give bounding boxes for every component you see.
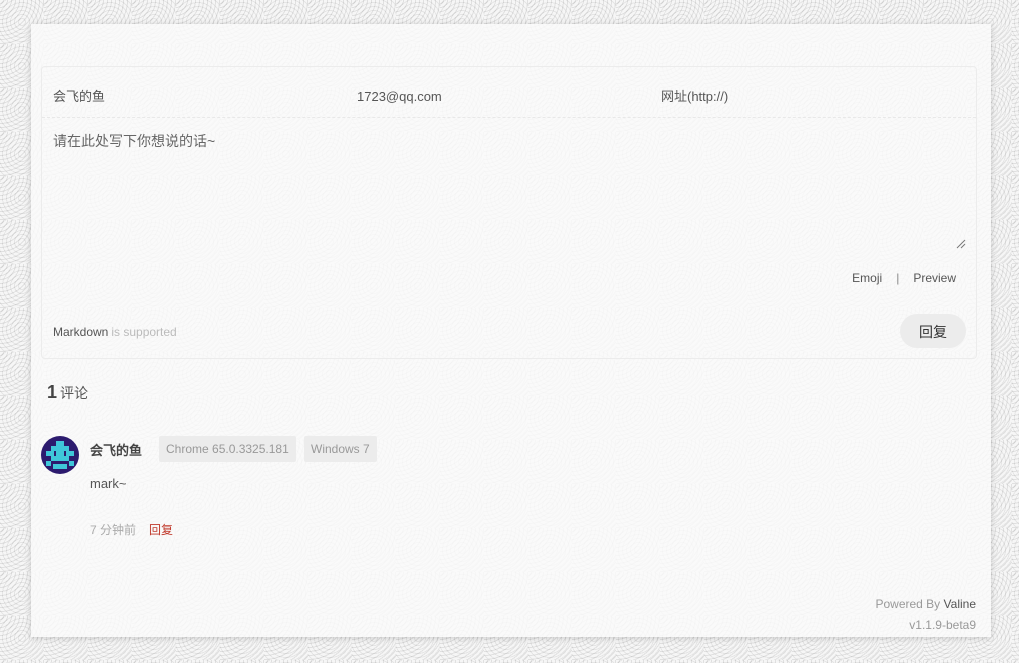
markdown-link[interactable]: Markdown	[53, 325, 108, 339]
resize-handle-icon[interactable]	[956, 239, 966, 249]
os-badge: Windows 7	[304, 436, 377, 462]
markdown-suffix: is supported	[111, 325, 177, 339]
comment-panel: Emoji | Preview Markdownis supported 回复 …	[31, 24, 991, 637]
powered-by: Powered By Valine	[875, 597, 976, 611]
email-input[interactable]	[357, 89, 617, 104]
identicon-avatar-icon	[41, 436, 79, 474]
powered-prefix: Powered By	[875, 597, 941, 611]
comment-textarea[interactable]	[53, 131, 963, 251]
avatar	[41, 436, 79, 474]
comment-count-label: 评论	[60, 385, 89, 401]
comment-time: 7 分钟前	[90, 523, 137, 537]
control-separator: |	[896, 271, 900, 285]
valine-link[interactable]: Valine	[944, 597, 976, 611]
version-label: v1.1.9-beta9	[909, 618, 976, 632]
comment-content: mark~	[90, 476, 127, 491]
emoji-toggle[interactable]: Emoji	[852, 271, 882, 285]
preview-toggle[interactable]: Preview	[913, 271, 956, 285]
comment-editor: Emoji | Preview Markdownis supported 回复	[41, 66, 977, 359]
nickname-input[interactable]	[53, 89, 313, 104]
editor-controls: Emoji | Preview	[852, 271, 956, 285]
editor-header-row	[42, 67, 976, 118]
comment-reply-link[interactable]: 回复	[149, 521, 173, 538]
markdown-hint: Markdown is supported	[53, 325, 177, 339]
browser-badge: Chrome 65.0.3325.181	[159, 436, 296, 462]
website-input[interactable]	[661, 89, 921, 104]
comment-count: 1 评论	[47, 382, 88, 403]
submit-button[interactable]: 回复	[900, 314, 966, 348]
comment-count-number: 1	[47, 382, 58, 402]
comment-author: 会飞的鱼	[90, 443, 143, 458]
